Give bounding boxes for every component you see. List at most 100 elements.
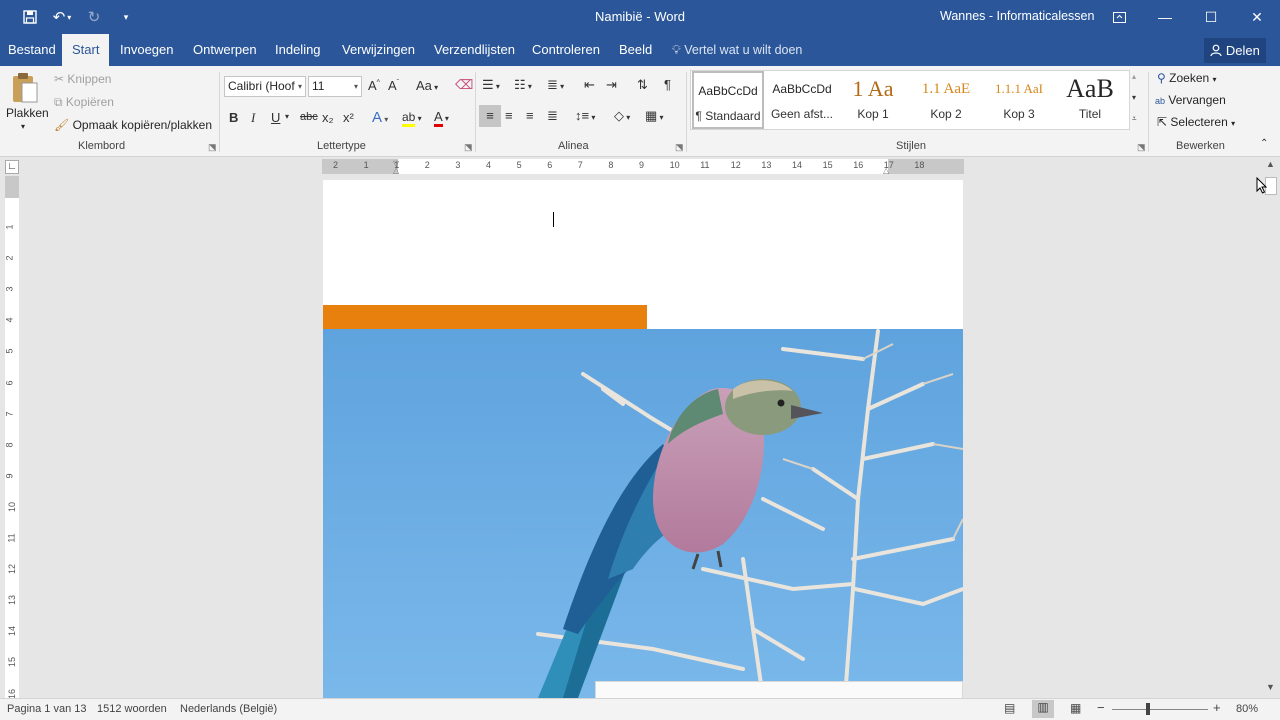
style-kop3[interactable]: 1.1.1 AaI Kop 3 [983, 71, 1055, 129]
borders-icon[interactable]: ▦ ▾ [645, 108, 664, 124]
tab-bestand[interactable]: Bestand [0, 34, 64, 66]
tab-beeld[interactable]: Beeld [611, 34, 660, 66]
ribbon-tabs: Bestand Start Invoegen Ontwerpen Indelin… [0, 34, 1280, 66]
paragraph-launcher-icon[interactable]: ⬔ [675, 142, 684, 153]
tab-indeling[interactable]: Indeling [267, 34, 329, 66]
bold-button[interactable]: B [229, 110, 238, 125]
ruler-tick-label: 13 [7, 595, 18, 606]
styles-scroll-down-icon[interactable]: ▾ [1132, 93, 1136, 102]
left-indent-marker[interactable]: △ [393, 166, 399, 175]
share-button[interactable]: Delen [1204, 38, 1266, 63]
shading-icon[interactable]: ◇ ▾ [614, 108, 630, 124]
caption-box[interactable] [595, 681, 963, 698]
line-spacing-icon[interactable]: ↕≡ ▾ [575, 108, 595, 123]
tab-start[interactable]: Start [62, 34, 110, 66]
decrease-indent-icon[interactable]: ⇤ [584, 77, 595, 93]
read-mode-icon[interactable]: ▤ [1004, 701, 1015, 715]
sort-icon[interactable]: ⇅ [637, 77, 648, 93]
subscript-button[interactable]: x₂ [322, 110, 334, 125]
zoom-out-icon[interactable]: − [1097, 700, 1105, 715]
increase-indent-icon[interactable]: ⇥ [606, 77, 617, 93]
find-button[interactable]: ⚲ Zoeken ▾ [1157, 71, 1217, 85]
ruler-tick-label: 14 [7, 626, 18, 637]
ruler-tick-label: 1 [363, 160, 369, 170]
zoom-slider[interactable] [1112, 709, 1208, 710]
collapse-ribbon-icon[interactable]: ⌃ [1260, 138, 1268, 149]
tab-selector-icon[interactable]: ∟ [5, 160, 19, 174]
justify-icon[interactable]: ≣ [547, 108, 558, 124]
highlight-icon[interactable]: ab ▾ [402, 109, 422, 127]
print-layout-icon[interactable]: ▥ [1032, 700, 1054, 718]
grow-font-icon[interactable]: A^ [368, 78, 380, 93]
zoom-level[interactable]: 80% [1236, 703, 1258, 715]
page-count[interactable]: Pagina 1 van 13 [7, 703, 87, 715]
window-controls: — ☐ ✕ [1096, 0, 1280, 34]
style-titel[interactable]: AaB Titel [1057, 71, 1123, 129]
style-kop1[interactable]: 1 Aa Kop 1 [839, 71, 907, 129]
language[interactable]: Nederlands (België) [180, 703, 277, 715]
styles-launcher-icon[interactable]: ⬔ [1137, 142, 1146, 153]
text-effects-icon[interactable]: A ▾ [372, 109, 388, 126]
paste-dropdown-icon[interactable]: ▾ [21, 122, 25, 131]
right-indent-marker[interactable]: △ [883, 166, 889, 175]
font-launcher-icon[interactable]: ⬔ [464, 142, 473, 153]
shrink-font-icon[interactable]: Aˇ [388, 78, 399, 93]
multilevel-list-icon[interactable]: ≣ ▾ [547, 77, 564, 93]
tab-controleren[interactable]: Controleren [524, 34, 608, 66]
align-right-icon[interactable]: ≡ [526, 108, 534, 123]
ruler-tick-label: 6 [547, 160, 553, 170]
ruler-tick-label: 2 [333, 160, 339, 170]
web-layout-icon[interactable]: ▦ [1070, 701, 1081, 715]
tab-verzendlijsten[interactable]: Verzendlijsten [426, 34, 523, 66]
bird-photo[interactable] [323, 329, 963, 698]
align-left-icon[interactable]: ≡ [479, 105, 501, 127]
close-icon[interactable]: ✕ [1234, 0, 1280, 34]
user-name[interactable]: Wannes - Informaticalessen [940, 9, 1094, 23]
styles-more-icon[interactable]: ⩡ [1132, 114, 1137, 124]
maximize-icon[interactable]: ☐ [1188, 0, 1234, 34]
ruler-tick-label: 2 [424, 160, 430, 170]
tab-ontwerpen[interactable]: Ontwerpen [185, 34, 265, 66]
vertical-scrollbar[interactable]: ▲ ▼ [1262, 157, 1280, 698]
underline-dropdown-icon[interactable]: ▾ [285, 112, 289, 121]
replace-button[interactable]: ab Vervangen [1155, 93, 1226, 107]
horizontal-ruler[interactable]: 2 1 1 2 3 4 5 6 7 8 9 10 11 12 13 14 15 16 17 18 ▽ △ △ [322, 159, 964, 175]
font-color-icon[interactable]: A ▾ [434, 109, 449, 127]
strikethrough-button[interactable]: abc [300, 111, 318, 123]
ribbon-display-icon[interactable] [1096, 0, 1142, 34]
vertical-ruler[interactable]: 1 2 3 4 5 6 7 8 9 10 11 12 13 14 15 16 [5, 176, 19, 699]
word-count[interactable]: 1512 woorden [97, 703, 167, 715]
styles-scroll-up-icon[interactable]: ▴ [1132, 72, 1136, 81]
style-kop2[interactable]: 1.1 AaE Kop 2 [911, 71, 981, 129]
format-painter-button[interactable]: 🖌︎ Opmaak kopiëren/plakken [54, 118, 212, 132]
cut-button[interactable]: ✂ Knippen [54, 72, 111, 86]
align-center-icon[interactable]: ≡ [505, 108, 513, 123]
zoom-in-icon[interactable]: + [1213, 700, 1221, 715]
bullets-icon[interactable]: ☰ ▾ [482, 77, 500, 93]
copy-button[interactable]: ⧉ Kopiëren [54, 95, 114, 110]
style-standaard[interactable]: AaBbCcDd ¶ Standaard [692, 71, 764, 129]
clipboard-launcher-icon[interactable]: ⬔ [208, 142, 217, 153]
font-name-combo[interactable]: Calibri (Hoof ▾ [224, 76, 306, 97]
clear-formatting-icon[interactable]: ⌫ [455, 77, 473, 93]
ruler-tick-label: 12 [7, 564, 18, 575]
pilcrow-icon[interactable]: ¶ [664, 77, 671, 92]
zoom-slider-thumb[interactable] [1146, 703, 1150, 715]
paste-icon[interactable] [10, 71, 40, 105]
scroll-down-icon[interactable]: ▼ [1266, 682, 1275, 692]
paste-button[interactable]: Plakken [6, 106, 49, 120]
tab-invoegen[interactable]: Invoegen [112, 34, 182, 66]
underline-button[interactable]: U [271, 110, 280, 125]
font-size-combo[interactable]: 11 ▾ [308, 76, 362, 97]
tell-me-box[interactable]: 💡︎ Vertel wat u wilt doen [672, 34, 802, 66]
italic-button[interactable]: I [251, 110, 255, 126]
style-geen-afstand[interactable]: AaBbCcDd Geen afst... [767, 71, 837, 129]
numbering-icon[interactable]: ☷ ▾ [514, 77, 532, 93]
select-button[interactable]: ⇱ Selecteren ▾ [1157, 115, 1235, 129]
minimize-icon[interactable]: — [1142, 0, 1188, 34]
superscript-button[interactable]: x² [343, 110, 354, 125]
change-case-icon[interactable]: Aa ▾ [416, 78, 438, 93]
tab-verwijzingen[interactable]: Verwijzingen [334, 34, 423, 66]
document-page[interactable] [323, 180, 963, 698]
scroll-up-icon[interactable]: ▲ [1266, 159, 1275, 169]
